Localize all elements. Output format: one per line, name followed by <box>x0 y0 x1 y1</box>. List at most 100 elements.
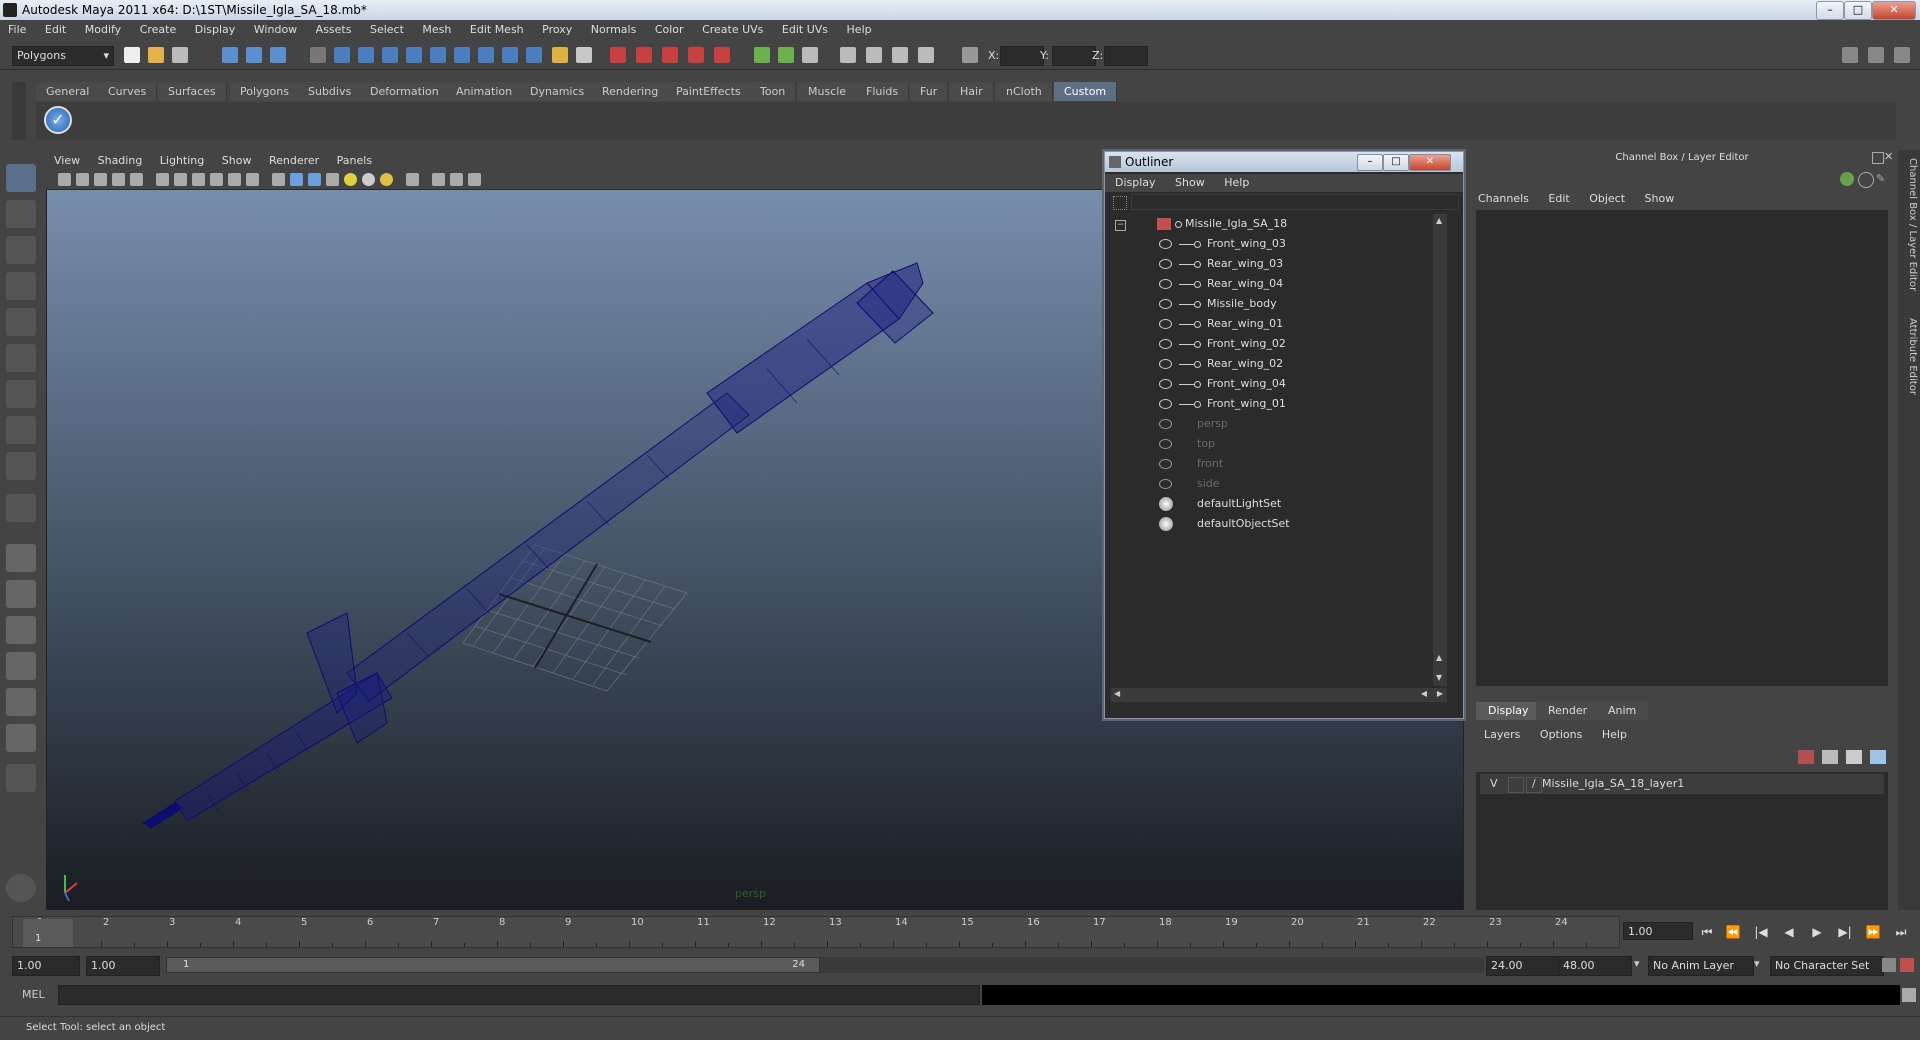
shelf-tab-fur[interactable]: Fur <box>910 82 949 101</box>
smooth-shade-icon[interactable] <box>290 173 303 186</box>
bookmarks-icon[interactable] <box>94 173 107 186</box>
outliner-item[interactable]: Front_wing_02 <box>1111 334 1431 354</box>
field-chart-icon[interactable] <box>228 173 241 186</box>
play-forwards-icon[interactable]: ▶ <box>1806 922 1828 942</box>
animation-start-time-field[interactable]: 1.00 <box>12 956 80 976</box>
outliner-minimize-button[interactable]: – <box>1357 154 1383 171</box>
menu-edit[interactable]: Edit <box>45 23 66 36</box>
shelf-tab-surfaces[interactable]: Surfaces <box>158 82 227 101</box>
menu-window[interactable]: Window <box>254 23 297 36</box>
empty-tool-slot[interactable] <box>6 494 36 522</box>
layer-tab-render[interactable]: Render <box>1536 702 1600 720</box>
persp-hypershade-layout-icon[interactable] <box>6 688 36 716</box>
film-gate-icon[interactable] <box>174 173 187 186</box>
viewport-menu-renderer[interactable]: Renderer <box>269 154 319 167</box>
quick-layout-icon[interactable] <box>6 874 36 902</box>
outliner-horizontal-scrollbar[interactable]: ◀ ◀ ▶ <box>1111 688 1447 702</box>
snap-view-plane-icon[interactable] <box>688 47 704 63</box>
transform-input-icon[interactable] <box>962 47 978 63</box>
ipr-render-icon[interactable] <box>892 47 908 63</box>
shelf-tab-deformation[interactable]: Deformation <box>360 82 450 101</box>
layer-options-icon[interactable] <box>1870 750 1886 764</box>
menu-file[interactable]: File <box>8 23 26 36</box>
toggle-attribute-editor-icon[interactable] <box>1842 47 1858 63</box>
scale-tool-icon[interactable] <box>6 344 36 372</box>
menu-select[interactable]: Select <box>370 23 404 36</box>
scroll-up-icon[interactable]: ▲ <box>1436 216 1442 225</box>
shelf-tab-painteffects[interactable]: PaintEffects <box>666 82 752 101</box>
close-panel-icon[interactable]: ✕ <box>1884 150 1893 163</box>
select-camera-icon[interactable] <box>58 173 71 186</box>
chevron-down-icon[interactable]: ▾ <box>1754 957 1760 970</box>
isolate-select-icon[interactable] <box>406 173 419 186</box>
step-back-key-icon[interactable]: |◀ <box>1750 922 1772 942</box>
xray-icon[interactable] <box>432 173 445 186</box>
shelf-tab-polygons[interactable]: Polygons <box>230 82 300 101</box>
grid-toggle-icon[interactable] <box>156 173 169 186</box>
script-editor-icon[interactable] <box>1902 988 1916 1002</box>
wireframe-on-shaded-icon[interactable] <box>308 173 321 186</box>
render-view-icon[interactable] <box>840 47 856 63</box>
move-layer-up-icon[interactable] <box>1798 750 1814 764</box>
viewport-menu-panels[interactable]: Panels <box>337 154 372 167</box>
select-by-component-icon[interactable] <box>270 47 286 63</box>
outliner-menu-display[interactable]: Display <box>1115 176 1156 189</box>
go-to-start-icon[interactable]: ⏮ <box>1696 922 1718 942</box>
persp-graph-layout-icon[interactable] <box>6 652 36 680</box>
shelf-tab-curves[interactable]: Curves <box>98 82 158 101</box>
menu-display[interactable]: Display <box>195 23 236 36</box>
outliner-item[interactable]: side <box>1111 474 1431 494</box>
side-tab-channel-box[interactable]: Channel Box / Layer Editor <box>1900 158 1918 291</box>
use-all-lights-icon[interactable] <box>344 173 357 186</box>
persp-outliner-layout-icon[interactable] <box>6 616 36 644</box>
checkmark-shelf-icon[interactable]: ✓ <box>44 106 72 134</box>
select-rendering-icon[interactable] <box>478 47 494 63</box>
lock-selection-icon[interactable] <box>552 47 568 63</box>
last-tool-icon[interactable] <box>6 452 36 480</box>
shelf-tab-dynamics[interactable]: Dynamics <box>520 82 596 101</box>
shelf-tab-hair[interactable]: Hair <box>950 82 994 101</box>
menu-create-uvs[interactable]: Create UVs <box>702 23 763 36</box>
outliner-item[interactable]: front <box>1111 454 1431 474</box>
outliner-menu-help[interactable]: Help <box>1224 176 1249 189</box>
play-backwards-icon[interactable]: ◀ <box>1778 922 1800 942</box>
shelf-tab-rendering[interactable]: Rendering <box>592 82 670 101</box>
outliner-item[interactable]: Rear_wing_02 <box>1111 354 1431 374</box>
select-deformations-icon[interactable] <box>430 47 446 63</box>
y-field-input[interactable] <box>1052 46 1096 66</box>
select-joints-icon[interactable] <box>358 47 374 63</box>
menu-edit-uvs[interactable]: Edit UVs <box>782 23 828 36</box>
select-misc-icon[interactable] <box>502 47 518 63</box>
menu-assets[interactable]: Assets <box>316 23 352 36</box>
snap-curve-icon[interactable] <box>636 47 652 63</box>
select-by-hierarchy-icon[interactable] <box>222 47 238 63</box>
step-forward-frame-icon[interactable]: ⏩ <box>1862 922 1884 942</box>
select-by-object-icon[interactable] <box>246 47 262 63</box>
animation-end-time-field[interactable]: 48.00 <box>1558 956 1632 976</box>
shelf-tab-toon[interactable]: Toon <box>750 82 797 101</box>
anim-layer-dropdown[interactable]: No Anim Layer <box>1648 956 1754 976</box>
move-tool-icon[interactable] <box>6 272 36 300</box>
menu-help[interactable]: Help <box>847 23 872 36</box>
menu-normals[interactable]: Normals <box>591 23 637 36</box>
rotate-tool-icon[interactable] <box>6 308 36 336</box>
create-layer-from-selected-icon[interactable] <box>1846 750 1862 764</box>
shelf-menu-handle[interactable] <box>12 82 26 140</box>
channel-menu-object[interactable]: Object <box>1589 192 1625 205</box>
layer-menu-options[interactable]: Options <box>1540 728 1582 741</box>
viewport-menu-shading[interactable]: Shading <box>98 154 143 167</box>
step-forward-key-icon[interactable]: ▶| <box>1834 922 1856 942</box>
float-panel-icon[interactable] <box>1872 152 1884 164</box>
output-ops-icon[interactable] <box>778 47 794 63</box>
character-set-dropdown[interactable]: No Character Set <box>1770 956 1884 976</box>
scroll-down-icon[interactable]: ▼ <box>1436 673 1442 682</box>
edit-channels-icon[interactable]: ✎ <box>1876 172 1890 186</box>
outliner-item[interactable]: Front_wing_01 <box>1111 394 1431 414</box>
viewport-menu-view[interactable]: View <box>54 154 80 167</box>
select-handles-icon[interactable] <box>334 47 350 63</box>
shelf-tab-custom[interactable]: Custom <box>1054 82 1118 101</box>
image-plane-icon[interactable] <box>112 173 125 186</box>
shelf-tab-fluids[interactable]: Fluids <box>856 82 910 101</box>
outliner-item[interactable]: Rear_wing_01 <box>1111 314 1431 334</box>
save-scene-icon[interactable] <box>172 47 188 63</box>
